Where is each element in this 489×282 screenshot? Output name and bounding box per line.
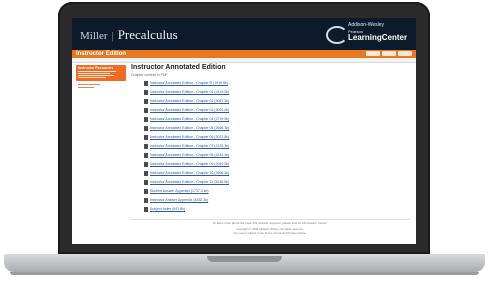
list-item-link[interactable]: Instructor Annotated Edition - Chapter 0…	[150, 144, 229, 148]
band-button-3[interactable]	[398, 51, 412, 56]
list-item-link[interactable]: Instructor Annotated Edition - Chapter 0…	[150, 99, 229, 103]
pdf-icon	[144, 161, 148, 167]
site-header: Miller | Precalculus Addison-Wesley Pearso…	[72, 18, 416, 50]
band-buttons	[366, 51, 412, 56]
footer-divider	[130, 219, 410, 220]
app-title-sub: Precalculus	[117, 27, 178, 42]
browser-screen: Miller | Precalculus Addison-Wesley Pearso…	[72, 18, 416, 244]
app-title-main: Miller	[80, 30, 108, 42]
footer-note: To learn more about the book this websit…	[212, 221, 328, 225]
copyright: Copyright © 2009 Addison-Wesley. All rig…	[130, 227, 410, 235]
pdf-icon	[144, 134, 148, 140]
list-item[interactable]: Instructor Annotated Edition - Chapter 0…	[144, 98, 229, 104]
list-item-link[interactable]: Instructor Annotated Edition - Chapter 0…	[150, 153, 229, 157]
sidebar-link-1[interactable]	[78, 71, 116, 72]
sidebar-link-3[interactable]	[78, 75, 114, 76]
list-item-link[interactable]: Instructor Annotated Edition - Chapter R…	[150, 81, 228, 85]
app-title: Miller | Precalculus	[80, 27, 178, 43]
list-item[interactable]: Instructor Annotated Edition - Chapter 0…	[144, 161, 229, 167]
laptop-foot	[10, 272, 479, 275]
list-item-link[interactable]: Instructor Annotated Edition - Chapter 0…	[150, 108, 229, 112]
page-subtitle: Chapter content in PDF	[131, 73, 168, 77]
list-item[interactable]: Student Answer Appendix (1737.5 kb)	[144, 188, 209, 194]
brand-logo[interactable]: Addison-Wesley Pearson LearningCenter	[324, 20, 414, 48]
sidebar-link-2[interactable]	[78, 73, 110, 74]
list-item[interactable]: Instructor Answer Appendix (4832.3k)	[144, 197, 208, 203]
list-item-link[interactable]: Instructor Annotated Edition - Chapter 1…	[150, 180, 229, 184]
list-item-link[interactable]: Instructor Annotated Edition - Chapter 0…	[150, 135, 229, 139]
list-item[interactable]: Instructor Annotated Edition - Chapter 0…	[144, 152, 229, 158]
title-divider: |	[111, 30, 114, 42]
list-item-link[interactable]: Instructor Annotated Edition - Chapter 0…	[150, 117, 229, 121]
list-item[interactable]: Instructor Annotated Edition - Chapter 0…	[144, 143, 229, 149]
list-item-link[interactable]: Subject Index (647.8k)	[150, 207, 185, 211]
band-button-1[interactable]	[366, 51, 380, 56]
sidebar-link-4[interactable]	[78, 77, 106, 78]
list-item[interactable]: Instructor Annotated Edition - Chapter 1…	[144, 170, 229, 176]
swirl-icon	[326, 26, 348, 44]
sidebar-sub-links	[76, 82, 126, 90]
pdf-icon	[144, 152, 148, 158]
list-item-link[interactable]: Student Answer Appendix (1737.5 kb)	[150, 189, 209, 193]
sidebar-sub-link[interactable]	[78, 87, 94, 88]
logo-main-text: LearningCenter	[348, 33, 408, 42]
pdf-icon	[144, 179, 148, 185]
list-item-link[interactable]: Instructor Answer Appendix (4832.3k)	[150, 198, 208, 202]
list-item-link[interactable]: Instructor Annotated Edition - Chapter 1…	[150, 171, 229, 175]
pdf-icon	[144, 206, 148, 212]
list-item-link[interactable]: Instructor Annotated Edition - Chapter 0…	[150, 162, 229, 166]
laptop-notch	[207, 256, 282, 262]
pdf-icon	[144, 125, 148, 131]
pdf-icon	[144, 188, 148, 194]
title-band: Instructor Edition	[72, 50, 416, 58]
list-item[interactable]: Instructor Annotated Edition - Chapter 0…	[144, 107, 229, 113]
list-item[interactable]: Instructor Annotated Edition - Chapter 0…	[144, 125, 229, 131]
pdf-icon	[144, 143, 148, 149]
pdf-icon	[144, 170, 148, 176]
list-item-link[interactable]: Instructor Annotated Edition - Chapter 0…	[150, 126, 229, 130]
pdf-icon	[144, 107, 148, 113]
sidebar-active-box[interactable]: Instructor Resources	[76, 65, 126, 81]
pdf-icon	[144, 89, 148, 95]
page-title: Instructor Annotated Edition	[131, 64, 226, 71]
list-item[interactable]: Instructor Annotated Edition - Chapter 0…	[144, 134, 229, 140]
pdf-icon	[144, 80, 148, 86]
sidebar-sub-link[interactable]	[78, 84, 100, 85]
sidebar-heading: Instructor Resources	[78, 66, 114, 70]
copyright-line-2: Any use is subject to the Terms of Use a…	[233, 230, 307, 235]
list-item[interactable]: Instructor Annotated Edition - Chapter R…	[144, 80, 228, 86]
list-item[interactable]: Instructor Annotated Edition - Chapter 0…	[144, 116, 229, 122]
list-item-link[interactable]: Instructor Annotated Edition - Chapter 0…	[150, 90, 229, 94]
sidebar: Instructor Resources	[76, 65, 126, 95]
pdf-icon	[144, 98, 148, 104]
breadcrumb	[72, 58, 416, 63]
band-title: Instructor Edition	[76, 51, 126, 57]
list-item[interactable]: Instructor Annotated Edition - Chapter 1…	[144, 179, 229, 185]
band-button-2[interactable]	[382, 51, 396, 56]
logo-top-text: Addison-Wesley	[348, 22, 385, 28]
pdf-icon	[144, 116, 148, 122]
pdf-icon	[144, 197, 148, 203]
list-item[interactable]: Subject Index (647.8k)	[144, 206, 185, 212]
list-item[interactable]: Instructor Annotated Edition - Chapter 0…	[144, 89, 229, 95]
